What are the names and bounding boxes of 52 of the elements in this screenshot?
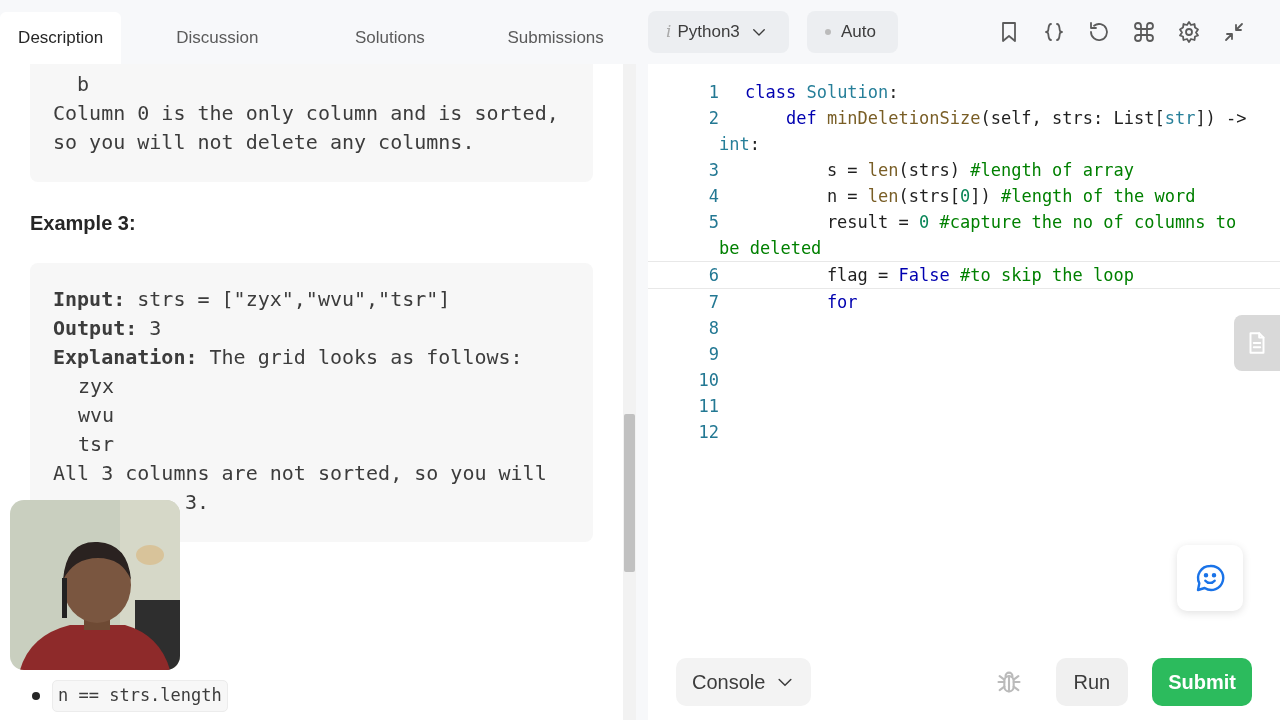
line-number: 4 bbox=[707, 185, 719, 208]
line-number: 6 bbox=[707, 264, 719, 287]
line-number: 8 bbox=[707, 317, 719, 340]
example-heading: Example 3: bbox=[30, 211, 137, 236]
language-dropdown[interactable]: i Python3 bbox=[648, 11, 789, 53]
settings-icon[interactable] bbox=[1177, 20, 1201, 44]
line-number: 5 bbox=[707, 211, 719, 234]
tab[interactable]: Discussion bbox=[143, 12, 292, 64]
tab[interactable]: Solutions bbox=[313, 12, 467, 64]
scrollbar-thumb[interactable] bbox=[624, 414, 635, 572]
grid-row-text: zyx bbox=[77, 373, 116, 400]
example-text: Output: 3 bbox=[53, 315, 163, 342]
example-text: so you will not delete any columns. bbox=[53, 129, 476, 156]
command-icon[interactable] bbox=[1132, 20, 1156, 44]
tab[interactable]: Description bbox=[0, 12, 122, 64]
braces-icon[interactable] bbox=[1042, 20, 1066, 44]
example-text: b bbox=[76, 71, 91, 98]
scrollbar-track[interactable] bbox=[623, 64, 636, 720]
grid-row-text: tsr bbox=[77, 431, 116, 458]
example-text: All 3 columns are not sorted, so you will bbox=[53, 460, 548, 487]
code-line: result = 0 #capture the no of columns to be deleted bbox=[719, 211, 1237, 260]
example-text: Input: strs = ["zyx","wvu","tsr"] bbox=[53, 286, 452, 313]
collapse-icon[interactable] bbox=[1222, 20, 1246, 44]
code-line: n = len(strs[0]) #length of the word bbox=[825, 185, 1196, 208]
line-number: 2 bbox=[707, 107, 719, 130]
code-line: flag = False #to skip the loop bbox=[825, 264, 1134, 287]
line-number: 9 bbox=[707, 343, 719, 366]
run-button[interactable]: Run bbox=[1055, 658, 1129, 706]
constraint-code: n == strs.length bbox=[52, 680, 228, 712]
line-number: 12 bbox=[697, 421, 719, 444]
line-number: 1 bbox=[707, 81, 719, 104]
code-line: s = len(strs) #length of array bbox=[825, 159, 1134, 182]
info-icon: i bbox=[666, 19, 672, 45]
tab[interactable]: Submissions bbox=[488, 12, 623, 64]
console-dropdown[interactable]: Console bbox=[676, 658, 812, 706]
code-line: class Solution: bbox=[744, 81, 899, 104]
line-number: 11 bbox=[697, 395, 719, 418]
code-line: for bbox=[825, 291, 858, 314]
code-line: def minDeletionSize(self, strs: List[str]) -> int: bbox=[719, 107, 1247, 156]
dot-icon bbox=[825, 29, 831, 35]
mode-button[interactable]: Auto bbox=[807, 11, 898, 53]
reset-icon[interactable] bbox=[1087, 20, 1111, 44]
feedback-button[interactable] bbox=[1177, 545, 1243, 611]
line-number: 7 bbox=[707, 291, 719, 314]
example-text: Explanation: The grid looks as follows: bbox=[53, 344, 524, 371]
line-number: 3 bbox=[707, 159, 719, 182]
example-text: 3. bbox=[185, 490, 210, 514]
example-text: Column 0 is the only column and is sorted, bbox=[53, 100, 560, 127]
grid-row-text: wvu bbox=[77, 402, 116, 429]
bullet-icon bbox=[32, 691, 40, 700]
smiley-chat-icon bbox=[1194, 562, 1226, 594]
line-number: 10 bbox=[697, 369, 719, 392]
